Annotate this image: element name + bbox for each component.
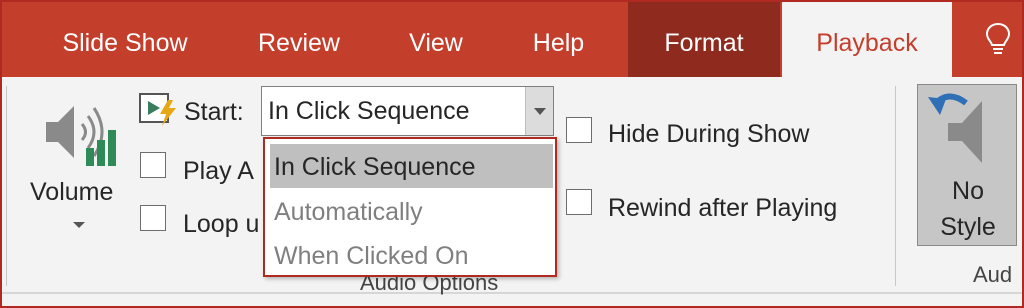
speaker-volume-icon[interactable] <box>42 100 120 170</box>
group-separator <box>895 86 896 286</box>
chevron-down-icon[interactable] <box>73 222 85 228</box>
group-separator <box>6 86 7 286</box>
ribbon-tab-bar: Slide Show Review View Help Format Playb… <box>0 0 1024 77</box>
no-style-label-line2: Style <box>940 213 996 241</box>
dropdown-option-when-clicked-on[interactable]: When Clicked On <box>270 233 553 277</box>
no-style-label-line1: No <box>952 177 984 205</box>
volume-button-label[interactable]: Volume <box>30 178 113 207</box>
rewind-checkbox[interactable] <box>566 189 592 215</box>
start-dropdown-list: In Click Sequence Automatically When Cli… <box>263 137 557 277</box>
play-across-checkbox[interactable] <box>140 152 166 178</box>
rewind-label[interactable]: Rewind after Playing <box>608 194 837 223</box>
speaker-undo-icon <box>928 93 982 163</box>
tab-view[interactable]: View <box>385 0 487 77</box>
loop-label[interactable]: Loop u <box>183 210 259 239</box>
lightbulb-icon[interactable] <box>985 22 1011 56</box>
dropdown-option-automatically[interactable]: Automatically <box>270 189 553 233</box>
hide-during-show-label[interactable]: Hide During Show <box>608 120 810 149</box>
tab-review[interactable]: Review <box>236 0 362 77</box>
hide-during-show-checkbox[interactable] <box>566 117 592 143</box>
tab-playback[interactable]: Playback <box>782 0 952 77</box>
no-style-button[interactable]: No Style <box>917 84 1017 246</box>
ribbon-bottom-border <box>0 292 1024 294</box>
animation-start-icon <box>139 93 176 126</box>
start-combobox[interactable]: In Click Sequence <box>261 86 554 136</box>
tab-format[interactable]: Format <box>628 0 780 77</box>
dropdown-option-in-click-sequence[interactable]: In Click Sequence <box>270 144 553 188</box>
tab-help[interactable]: Help <box>510 0 607 77</box>
loop-checkbox[interactable] <box>140 205 166 231</box>
play-across-label[interactable]: Play A <box>183 157 254 186</box>
group-label-audio-styles: Aud <box>973 262 1013 287</box>
tab-slide-show[interactable]: Slide Show <box>40 0 210 77</box>
start-label: Start: <box>184 98 244 126</box>
chevron-down-icon[interactable] <box>525 87 553 135</box>
start-combobox-value: In Click Sequence <box>268 97 470 125</box>
